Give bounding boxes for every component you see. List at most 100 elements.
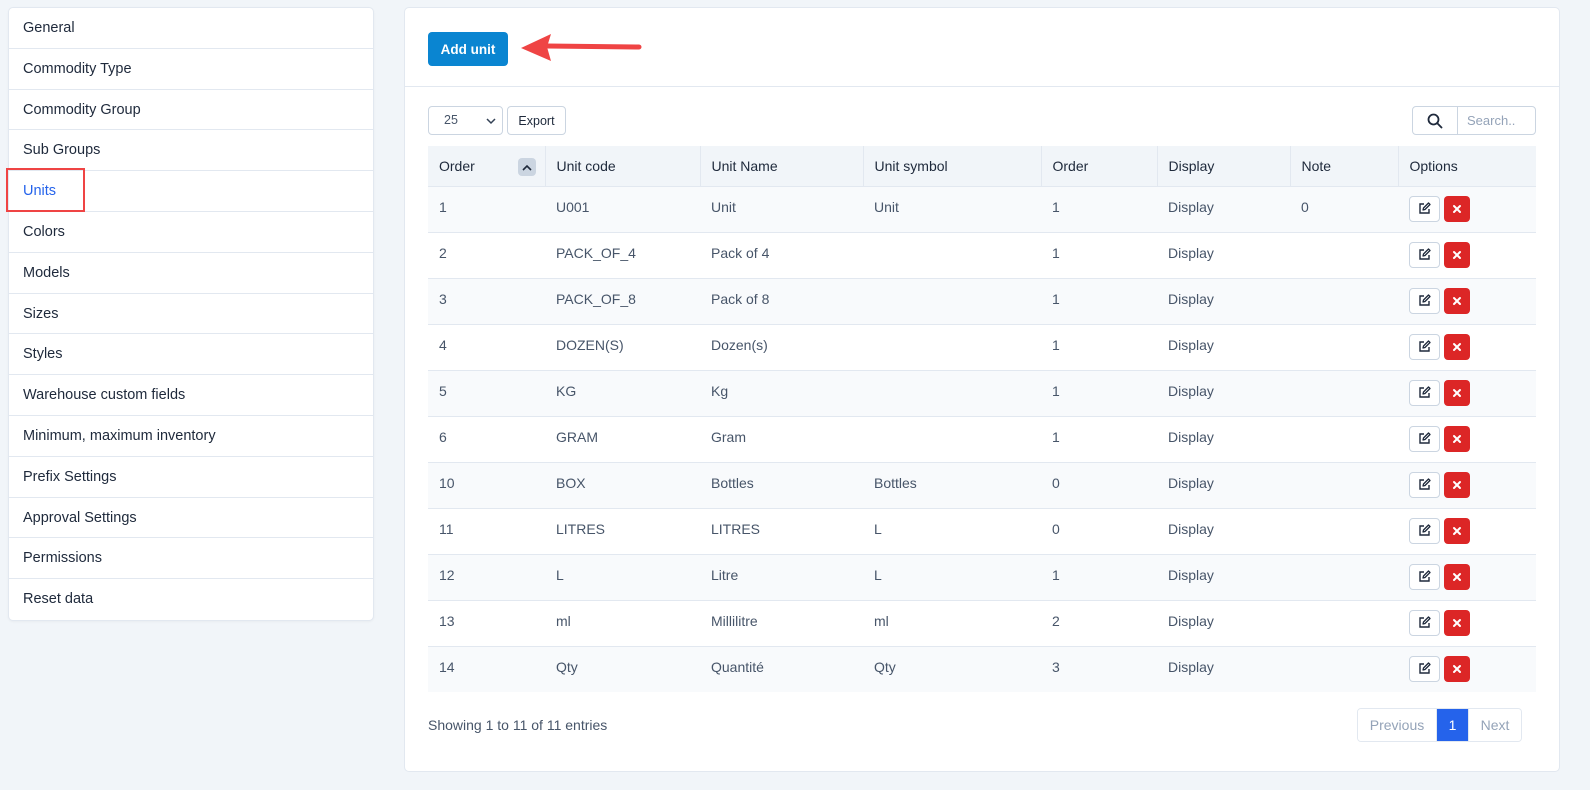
sidebar-item-minimum-maximum-inventory[interactable]: Minimum, maximum inventory [9, 416, 373, 457]
edit-button[interactable] [1409, 379, 1440, 406]
sidebar-item-approval-settings[interactable]: Approval Settings [9, 498, 373, 539]
column-header: Options [1398, 146, 1536, 187]
sidebar-item-permissions[interactable]: Permissions [9, 538, 373, 580]
sidebar-item-general[interactable]: General [9, 8, 373, 49]
delete-button[interactable] [1444, 425, 1470, 452]
delete-button[interactable] [1444, 379, 1470, 406]
units-table: Order Unit code Unit Name Unit symbol Order D… [428, 146, 1536, 692]
row-options [1409, 655, 1536, 682]
table-cell [863, 370, 1041, 417]
sidebar-item-sizes[interactable]: Sizes [9, 294, 373, 335]
column-header[interactable]: Order [428, 146, 546, 187]
delete-button[interactable] [1444, 195, 1470, 222]
options-cell [1398, 508, 1536, 555]
export-button[interactable]: Export [507, 106, 566, 135]
table-cell: 12 [428, 554, 545, 601]
table-header-row: Order Unit code Unit Name Unit symbol Order D… [428, 146, 1536, 187]
edit-button[interactable] [1409, 563, 1440, 590]
edit-button[interactable] [1409, 655, 1440, 682]
edit-button[interactable] [1409, 517, 1440, 544]
pagination-previous[interactable]: Previous [1358, 709, 1437, 741]
table-row: 11 LITRES LITRES L 0 Display [428, 508, 1536, 555]
row-options [1409, 333, 1536, 360]
close-icon [1453, 526, 1461, 535]
delete-button[interactable] [1444, 287, 1470, 314]
delete-button[interactable] [1444, 655, 1470, 682]
sidebar-item-label: Styles [23, 346, 63, 363]
row-options [1409, 379, 1536, 406]
edit-button[interactable] [1409, 333, 1440, 360]
row-options [1409, 195, 1536, 222]
column-header: Unit symbol [863, 146, 1042, 187]
table-cell: 1 [1041, 416, 1157, 463]
table-cell: Display [1157, 278, 1290, 325]
table-cell: PACK_OF_4 [545, 232, 700, 279]
row-options [1409, 563, 1536, 590]
table-cell: 1 [1041, 370, 1157, 417]
sidebar-item-styles[interactable]: Styles [9, 334, 373, 376]
sidebar-item-prefix-settings[interactable]: Prefix Settings [9, 457, 373, 498]
edit-button[interactable] [1409, 425, 1440, 452]
sidebar-item-colors[interactable]: Colors [9, 212, 373, 253]
edit-button[interactable] [1409, 287, 1440, 314]
sidebar-item-warehouse-custom-fields[interactable]: Warehouse custom fields [9, 375, 373, 416]
sort-ascending-icon[interactable] [517, 158, 536, 176]
close-icon [1453, 618, 1461, 627]
table-cell [863, 232, 1041, 279]
sidebar-item-units[interactable]: Units [6, 168, 373, 213]
table-row: 3 PACK_OF_8 Pack of 8 1 Display [428, 278, 1536, 325]
table-cell: U001 [545, 186, 700, 233]
options-cell [1398, 324, 1536, 371]
page-length-select[interactable]: 25 [428, 106, 503, 135]
table-cell: 1 [1041, 186, 1157, 233]
delete-button[interactable] [1444, 241, 1470, 268]
sidebar-item-label: Approval Settings [23, 509, 137, 526]
delete-button[interactable] [1444, 333, 1470, 360]
units-panel: Add unit 25 Export O [404, 7, 1560, 772]
close-icon [1453, 572, 1461, 581]
edit-button[interactable] [1409, 471, 1440, 498]
sidebar-item-label: Units [23, 183, 57, 200]
sidebar-item-commodity-type[interactable]: Commodity Type [9, 49, 373, 90]
sidebar-item-label: General [23, 20, 75, 36]
delete-button[interactable] [1444, 517, 1470, 544]
sidebar-item-sub-groups[interactable]: Sub Groups [9, 130, 373, 172]
search-input[interactable] [1458, 107, 1534, 134]
edit-button[interactable] [1409, 195, 1440, 222]
pagination: Previous 1 Next [1357, 708, 1522, 742]
table-cell: 5 [428, 370, 545, 417]
options-cell [1398, 462, 1536, 509]
sidebar-item-label: Minimum, maximum inventory [23, 427, 216, 444]
close-icon [1453, 342, 1461, 351]
edit-icon [1419, 570, 1431, 582]
column-header: Order [1041, 146, 1158, 187]
table-cell: Quantité [700, 646, 863, 692]
edit-icon [1419, 478, 1431, 490]
sidebar-item-models[interactable]: Models [9, 253, 373, 294]
options-cell [1398, 232, 1536, 279]
sidebar-item-label: Commodity Group [23, 101, 141, 118]
edit-button[interactable] [1409, 241, 1440, 268]
search-box [1412, 106, 1536, 135]
table-cell: Millilitre [700, 600, 863, 647]
search-button[interactable] [1413, 107, 1458, 134]
delete-button[interactable] [1444, 609, 1470, 636]
sidebar-item-reset-data[interactable]: Reset data [9, 579, 373, 620]
add-unit-button[interactable]: Add unit [428, 32, 508, 66]
table-cell: 1 [1041, 554, 1157, 601]
table-row: 6 GRAM Gram 1 Display [428, 416, 1536, 463]
table-cell: Display [1157, 416, 1290, 463]
row-options [1409, 241, 1536, 268]
search-icon [1427, 113, 1443, 128]
options-cell [1398, 278, 1536, 325]
table-row: 10 BOX Bottles Bottles 0 Display [428, 462, 1536, 509]
delete-button[interactable] [1444, 563, 1470, 590]
edit-button[interactable] [1409, 609, 1440, 636]
table-cell: Pack of 4 [700, 232, 863, 279]
pagination-page-1[interactable]: 1 [1437, 709, 1468, 741]
pagination-next[interactable]: Next [1468, 709, 1521, 741]
delete-button[interactable] [1444, 471, 1470, 498]
table-cell: ml [863, 600, 1041, 647]
sidebar-item-commodity-group[interactable]: Commodity Group [9, 90, 373, 131]
table-cell: PACK_OF_8 [545, 278, 700, 325]
